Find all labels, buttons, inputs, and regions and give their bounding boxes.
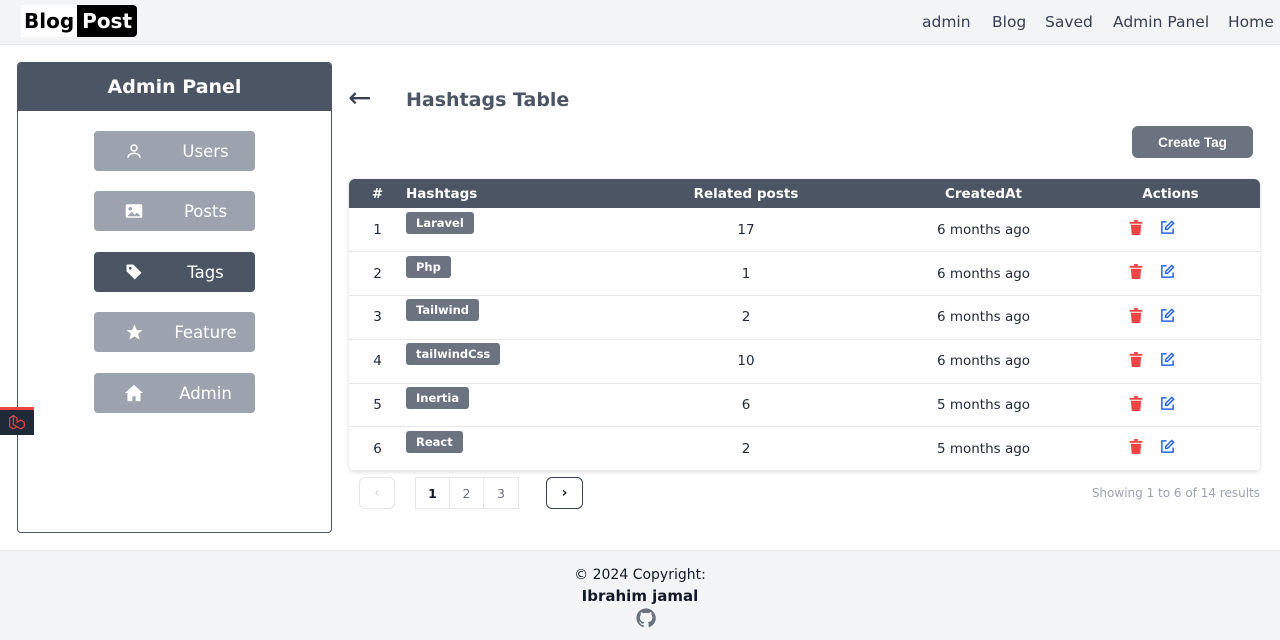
- logo[interactable]: Blog Post: [21, 5, 138, 37]
- related-posts-count: 2: [741, 309, 751, 326]
- sidebar-item-label: Users: [182, 141, 229, 161]
- created-at: 6 months ago: [936, 265, 1031, 282]
- top-navbar: Blog Post admin Blog Saved Admin Panel H…: [0, 0, 1280, 45]
- pagination-next-button[interactable]: ›: [546, 477, 583, 509]
- page-title: Hashtags Table: [406, 89, 570, 111]
- row-number: 3: [373, 309, 382, 326]
- nav-admin-user[interactable]: admin: [922, 13, 971, 31]
- hashtags-table: # Hashtags Related posts CreatedAt Actio…: [349, 179, 1260, 471]
- pagination-page-2[interactable]: 2: [450, 478, 484, 508]
- table-header-row: # Hashtags Related posts CreatedAt Actio…: [349, 179, 1260, 208]
- sidebar-item-feature[interactable]: Feature: [94, 312, 255, 352]
- col-header-hashtags: Hashtags: [406, 185, 478, 202]
- pagination-pages: 1 2 3: [415, 477, 519, 509]
- sidebar-title: Admin Panel: [18, 63, 331, 111]
- nav-admin-panel[interactable]: Admin Panel: [1113, 13, 1209, 31]
- col-header-number: #: [371, 185, 384, 202]
- table-row: 4 tailwindCss 10 6 months ago: [349, 339, 1260, 384]
- sidebar-item-tags[interactable]: Tags: [94, 252, 255, 292]
- table-row: 6 React 2 5 months ago: [349, 427, 1260, 471]
- table-row: 2 Php 1 6 months ago: [349, 252, 1260, 296]
- row-number: 1: [373, 221, 382, 238]
- table-row: 1 Laravel 17 6 months ago: [349, 208, 1260, 252]
- tag-icon: [124, 262, 144, 282]
- created-at: 6 months ago: [936, 353, 1031, 370]
- hashtag-pill[interactable]: Laravel: [406, 211, 474, 234]
- row-number: 4: [373, 353, 382, 370]
- admin-sidebar: Admin Panel Users Posts Tags Feature Adm…: [17, 62, 332, 533]
- created-at: 5 months ago: [936, 440, 1031, 457]
- related-posts-count: 1: [741, 265, 751, 282]
- create-tag-button[interactable]: Create Tag: [1132, 126, 1253, 158]
- edit-icon[interactable]: [1160, 264, 1175, 283]
- nav-home[interactable]: Home: [1228, 13, 1274, 31]
- pagination-info: Showing 1 to 6 of 14 results: [1091, 486, 1260, 500]
- logo-part-blog: Blog: [21, 5, 78, 37]
- nav-saved[interactable]: Saved: [1045, 13, 1093, 31]
- sidebar-item-label: Posts: [183, 201, 228, 221]
- created-at: 6 months ago: [936, 221, 1031, 238]
- hashtag-pill[interactable]: Tailwind: [406, 299, 479, 322]
- sidebar-item-label: Tags: [187, 262, 224, 282]
- col-header-actions: Actions: [1142, 185, 1199, 202]
- row-number: 2: [373, 265, 382, 282]
- row-number: 6: [373, 440, 382, 457]
- related-posts-count: 6: [741, 397, 751, 414]
- created-at: 5 months ago: [936, 397, 1031, 414]
- hashtag-pill[interactable]: Php: [406, 255, 451, 278]
- related-posts-count: 17: [737, 221, 755, 238]
- delete-icon[interactable]: [1129, 264, 1143, 283]
- sidebar-item-label: Feature: [174, 322, 237, 342]
- edit-icon[interactable]: [1160, 220, 1175, 239]
- star-icon: [124, 322, 144, 342]
- table-row: 3 Tailwind 2 6 months ago: [349, 296, 1260, 340]
- sidebar-item-label: Admin: [179, 383, 232, 403]
- footer-author[interactable]: Ibrahim jamal: [0, 587, 1280, 605]
- delete-icon[interactable]: [1129, 395, 1143, 415]
- col-header-related-posts: Related posts: [693, 185, 799, 202]
- pagination-prev-button[interactable]: ‹: [359, 477, 395, 509]
- pagination-page-3[interactable]: 3: [484, 478, 518, 508]
- sidebar-item-users[interactable]: Users: [94, 131, 255, 171]
- sidebar-item-admin[interactable]: Admin: [94, 373, 255, 413]
- col-header-created-at: CreatedAt: [944, 185, 1022, 202]
- related-posts-count: 10: [737, 353, 755, 370]
- home-icon: [124, 383, 144, 403]
- edit-icon[interactable]: [1160, 439, 1175, 458]
- related-posts-count: 2: [741, 440, 751, 457]
- footer-copyright: © 2024 Copyright:: [574, 567, 706, 583]
- delete-icon[interactable]: [1129, 307, 1143, 327]
- footer: © 2024 Copyright: Ibrahim jamal: [0, 550, 1280, 640]
- delete-icon[interactable]: [1129, 351, 1143, 371]
- hashtag-pill[interactable]: Inertia: [406, 387, 470, 410]
- pagination-page-1[interactable]: 1: [416, 478, 450, 508]
- sidebar-item-posts[interactable]: Posts: [94, 191, 255, 231]
- edit-icon[interactable]: [1160, 308, 1175, 327]
- hashtag-pill[interactable]: React: [406, 430, 463, 453]
- github-icon[interactable]: [636, 608, 656, 628]
- user-icon: [124, 141, 144, 161]
- logo-part-post: Post: [77, 5, 138, 37]
- created-at: 6 months ago: [936, 309, 1031, 326]
- laravel-debug-icon[interactable]: [0, 407, 34, 435]
- image-icon: [124, 201, 144, 221]
- nav-blog[interactable]: Blog: [992, 13, 1026, 31]
- row-number: 5: [373, 397, 382, 414]
- table-row: 5 Inertia 6 5 months ago: [349, 383, 1260, 427]
- hashtag-pill[interactable]: tailwindCss: [406, 343, 501, 366]
- edit-icon[interactable]: [1160, 352, 1175, 371]
- back-arrow-icon[interactable]: ←: [348, 84, 371, 112]
- delete-icon[interactable]: [1129, 220, 1143, 239]
- delete-icon[interactable]: [1129, 439, 1143, 458]
- edit-icon[interactable]: [1160, 395, 1175, 415]
